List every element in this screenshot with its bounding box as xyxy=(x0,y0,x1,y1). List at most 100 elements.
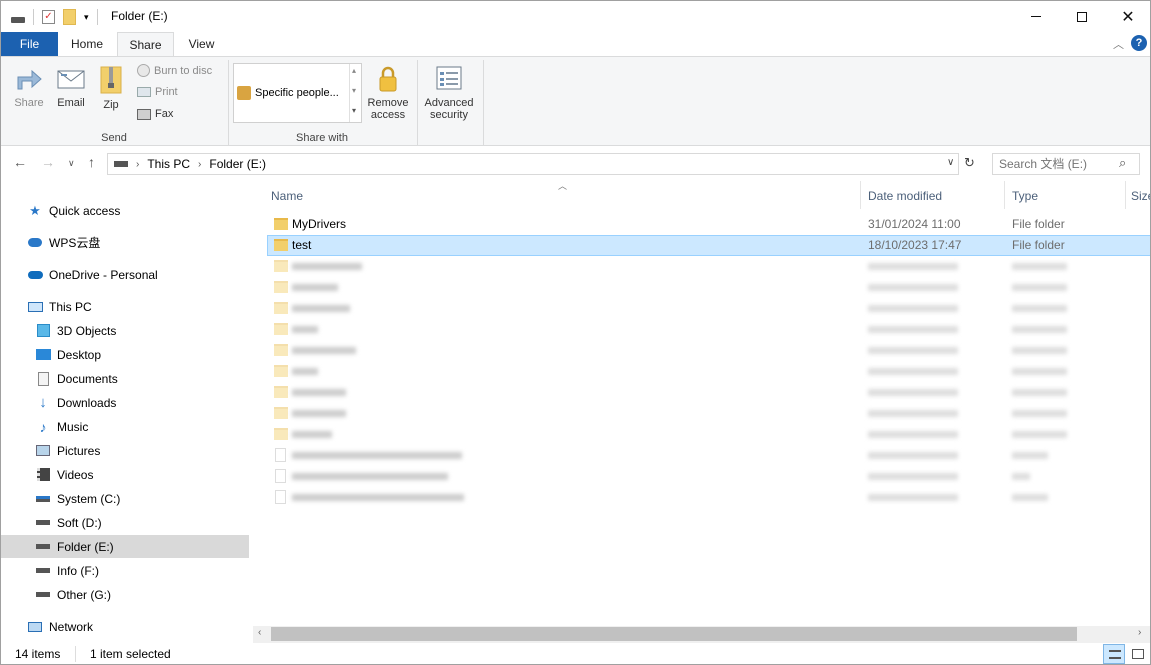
tab-home[interactable]: Home xyxy=(58,32,116,56)
scroll-left-icon[interactable]: ‹ xyxy=(258,627,261,638)
tab-view[interactable]: View xyxy=(174,32,229,56)
horizontal-scrollbar[interactable]: ‹ › xyxy=(253,626,1150,643)
large-icons-view-button[interactable] xyxy=(1129,645,1147,663)
search-box[interactable]: ⌕ xyxy=(992,153,1140,175)
nav-videos[interactable]: Videos xyxy=(1,463,249,486)
column-divider[interactable] xyxy=(1125,181,1126,209)
redacted-cell xyxy=(1012,305,1067,312)
zip-button[interactable]: Zip xyxy=(93,65,129,111)
specific-people-item[interactable]: Specific people... xyxy=(237,86,339,100)
search-icon[interactable]: ⌕ xyxy=(1119,155,1126,171)
nav-label: Desktop xyxy=(57,347,102,362)
scrollbar-thumb[interactable] xyxy=(271,627,1077,641)
nav-drive-g[interactable]: Other (G:) xyxy=(1,583,249,606)
file-row[interactable]: MyDrivers 31/01/2024 11:00 File folder xyxy=(267,214,1150,235)
email-button[interactable]: Email xyxy=(51,65,91,109)
customize-toolbar-icon[interactable]: ▾ xyxy=(84,12,89,23)
gallery-more-icon[interactable]: ▾ xyxy=(352,106,356,115)
gallery-down-icon[interactable]: ▾ xyxy=(352,86,356,95)
close-button[interactable]: ✕ xyxy=(1105,1,1150,32)
details-view-button[interactable] xyxy=(1103,644,1125,664)
nav-drive-e[interactable]: Folder (E:) xyxy=(1,535,249,558)
redacted-cell xyxy=(1012,347,1067,354)
up-icon[interactable]: ↑ xyxy=(88,154,95,170)
search-input[interactable] xyxy=(999,156,1117,172)
nav-wps-cloud[interactable]: WPS云盘 xyxy=(1,231,249,254)
redacted-cell xyxy=(868,494,958,501)
drive-icon xyxy=(35,540,51,554)
collapse-ribbon-icon[interactable]: ︿ xyxy=(1113,36,1124,52)
burn-to-disc-button[interactable]: Burn to disc xyxy=(137,64,212,77)
breadcrumb-sep-icon[interactable]: › xyxy=(198,159,201,170)
explorer-window: ✓ ▾ Folder (E:) ✕ File Home Share View ︿… xyxy=(0,0,1151,665)
advanced-security-button[interactable]: Advanced security xyxy=(419,65,479,121)
scroll-right-icon[interactable]: › xyxy=(1138,627,1141,638)
group-divider xyxy=(483,60,484,146)
drive-icon xyxy=(35,588,51,602)
redacted-cell xyxy=(1012,263,1067,270)
new-folder-icon[interactable] xyxy=(63,9,76,25)
nav-drive-c[interactable]: System (C:) xyxy=(1,487,249,510)
tab-share[interactable]: Share xyxy=(117,32,174,57)
nav-pictures[interactable]: Pictures xyxy=(1,439,249,462)
address-dropdown-icon[interactable]: ∨ xyxy=(947,157,954,168)
back-icon[interactable]: ← xyxy=(13,154,27,170)
file-row[interactable] xyxy=(267,340,1150,361)
nav-drive-f[interactable]: Info (F:) xyxy=(1,559,249,582)
column-header-date[interactable]: Date modified xyxy=(868,189,942,203)
nav-network[interactable]: Network xyxy=(1,615,249,638)
breadcrumb-this-pc[interactable]: This PC xyxy=(147,157,190,171)
nav-music[interactable]: ♪ Music xyxy=(1,415,249,438)
file-row[interactable] xyxy=(267,403,1150,424)
file-row[interactable] xyxy=(267,424,1150,445)
column-header-type[interactable]: Type xyxy=(1012,189,1038,203)
file-row[interactable] xyxy=(267,382,1150,403)
properties-icon[interactable]: ✓ xyxy=(42,10,55,24)
column-header-size[interactable]: Size xyxy=(1131,189,1150,203)
address-row: ← → ∨ ↑ › This PC › Folder (E:) ∨ ↻ ⌕ xyxy=(1,149,1150,179)
nav-label: Folder (E:) xyxy=(57,539,114,554)
minimize-button[interactable] xyxy=(1013,1,1059,32)
drive-icon[interactable] xyxy=(11,17,25,23)
redacted-cell xyxy=(868,284,958,291)
help-icon[interactable]: ? xyxy=(1131,35,1147,51)
file-icon xyxy=(275,469,286,483)
nav-quick-access[interactable]: ★ Quick access xyxy=(1,199,249,222)
file-row-selected[interactable]: test 18/10/2023 17:47 File folder xyxy=(267,235,1150,256)
nav-drive-d[interactable]: Soft (D:) xyxy=(1,511,249,534)
refresh-icon[interactable]: ↻ xyxy=(964,155,975,171)
nav-documents[interactable]: Documents xyxy=(1,367,249,390)
address-bar[interactable]: › This PC › Folder (E:) xyxy=(107,153,959,175)
nav-label: Pictures xyxy=(57,443,101,458)
print-button[interactable]: Print xyxy=(137,86,178,98)
redacted-cell xyxy=(292,305,350,312)
nav-3d-objects[interactable]: 3D Objects xyxy=(1,319,249,342)
file-row[interactable] xyxy=(267,277,1150,298)
file-row[interactable] xyxy=(267,487,1150,508)
forward-icon[interactable]: → xyxy=(41,154,55,170)
share-button[interactable]: Share xyxy=(9,65,49,109)
file-row[interactable] xyxy=(267,319,1150,340)
file-row[interactable] xyxy=(267,445,1150,466)
maximize-button[interactable] xyxy=(1059,1,1105,32)
fax-button[interactable]: Fax xyxy=(137,108,173,120)
nav-desktop[interactable]: Desktop xyxy=(1,343,249,366)
file-row[interactable] xyxy=(267,256,1150,277)
column-divider[interactable] xyxy=(1004,181,1005,209)
file-row[interactable] xyxy=(267,466,1150,487)
breadcrumb-sep-icon[interactable]: › xyxy=(136,159,139,170)
breadcrumb-folder-e[interactable]: Folder (E:) xyxy=(209,157,266,171)
column-header-name[interactable]: Name xyxy=(271,189,303,203)
gallery-up-icon[interactable]: ▴ xyxy=(352,66,356,75)
remove-access-button[interactable]: Remove access xyxy=(365,65,411,121)
zip-label: Zip xyxy=(103,99,119,111)
nav-downloads[interactable]: ↓ Downloads xyxy=(1,391,249,414)
redacted-cell xyxy=(292,410,346,417)
column-divider[interactable] xyxy=(860,181,861,209)
tab-file[interactable]: File xyxy=(1,32,58,56)
nav-onedrive[interactable]: OneDrive - Personal xyxy=(1,263,249,286)
recent-locations-icon[interactable]: ∨ xyxy=(68,158,75,169)
file-row[interactable] xyxy=(267,298,1150,319)
file-row[interactable] xyxy=(267,361,1150,382)
nav-this-pc[interactable]: This PC xyxy=(1,295,249,318)
